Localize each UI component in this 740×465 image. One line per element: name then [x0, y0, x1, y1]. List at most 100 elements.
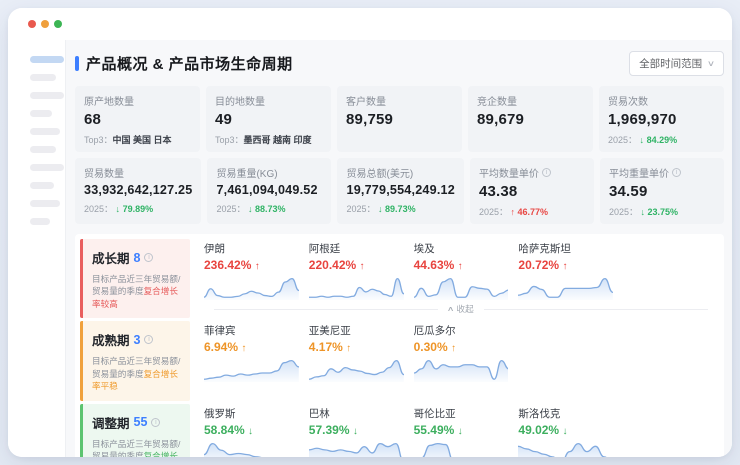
- country-growth-rate: 0.30% ↑: [414, 340, 509, 354]
- lifecycle-row-growth: 成长期 8 目标产品近三年贸易额/贸易量的季度复合增长率较高 伊朗 236.42…: [80, 239, 718, 318]
- stat-label: 平均重量单价: [609, 165, 715, 180]
- maximize-window-icon[interactable]: [54, 20, 62, 28]
- arrow-up-icon: ↑: [562, 261, 567, 272]
- country-card[interactable]: 亚美尼亚 4.17% ↑: [309, 323, 404, 382]
- stat-card-trade-weight: 贸易重量(KG) 7,461,094,049.52 2025： ↓ 88.73%: [207, 158, 331, 224]
- stat-label: 竞企数量: [477, 93, 584, 108]
- sidebar-item[interactable]: [30, 146, 56, 153]
- country-card[interactable]: 俄罗斯 58.84% ↓: [204, 406, 299, 457]
- stat-value: 7,461,094,049.52: [216, 183, 322, 197]
- country-name: 菲律宾: [204, 323, 299, 338]
- country-card[interactable]: 哈萨克斯坦 20.72% ↑: [518, 241, 613, 300]
- collapse-toggle[interactable]: ∧收起: [204, 303, 718, 315]
- close-window-icon[interactable]: [28, 20, 36, 28]
- sparkline-chart: [518, 274, 613, 300]
- stat-value: 34.59: [609, 183, 715, 200]
- arrow-down-icon: ↓: [116, 204, 121, 214]
- country-card[interactable]: 阿根廷 220.42% ↑: [309, 241, 404, 300]
- sparkline-chart: [204, 356, 299, 382]
- stat-label: 贸易数量: [84, 165, 192, 180]
- stat-label: 客户数量: [346, 93, 453, 108]
- stat-value: 33,932,642,127.25: [84, 183, 192, 197]
- stat-label: 平均数量单价: [479, 165, 585, 180]
- category-count: 8: [134, 251, 141, 265]
- stats-row-1: 原产地数量 68 Top3：中国 美国 日本 目的地数量 49 Top3：墨西哥…: [75, 86, 724, 152]
- country-name: 哥伦比亚: [414, 406, 509, 421]
- sidebar-item[interactable]: [30, 74, 56, 81]
- country-name: 阿根廷: [309, 241, 404, 256]
- country-card[interactable]: 菲律宾 6.94% ↑: [204, 323, 299, 382]
- arrow-down-icon: ↓: [458, 426, 463, 437]
- sparkline-chart: [204, 274, 299, 300]
- country-card[interactable]: 巴林 57.39% ↓: [309, 406, 404, 457]
- arrow-down-icon: ↓: [562, 426, 567, 437]
- arrow-up-icon: ↑: [241, 343, 246, 354]
- info-icon[interactable]: [144, 253, 153, 262]
- stat-top3: Top3：中国 美国 日本: [84, 133, 191, 146]
- sidebar-item[interactable]: [30, 56, 64, 63]
- app-window: 产品概况 & 产品市场生命周期 全部时间范围 ∨ 原产地数量 68 Top3：中…: [8, 8, 732, 457]
- country-growth-rate: 4.17% ↑: [309, 340, 404, 354]
- category-cell-growth[interactable]: 成长期 8 目标产品近三年贸易额/贸易量的季度复合增长率较高: [80, 239, 190, 318]
- country-card[interactable]: 埃及 44.63% ↑: [414, 241, 509, 300]
- stat-card-competitor-count: 竞企数量 89,679: [468, 86, 593, 152]
- sidebar-item[interactable]: [30, 110, 52, 117]
- time-range-dropdown[interactable]: 全部时间范围 ∨: [629, 51, 724, 76]
- sidebar-item[interactable]: [30, 182, 54, 189]
- stat-card-customer-count: 客户数量 89,759: [337, 86, 462, 152]
- sparkline-chart: [204, 439, 299, 457]
- country-card[interactable]: 伊朗 236.42% ↑: [204, 241, 299, 300]
- info-icon[interactable]: [151, 418, 160, 427]
- sidebar-item[interactable]: [30, 164, 64, 171]
- arrow-down-icon: ↓: [640, 135, 645, 145]
- stat-label: 贸易重量(KG): [216, 165, 322, 180]
- category-cell-mature[interactable]: 成熟期 3 目标产品近三年贸易额/贸易量的季度复合增长率平稳: [80, 321, 190, 400]
- arrow-up-icon: ↑: [451, 343, 456, 354]
- time-range-label: 全部时间范围: [639, 56, 702, 71]
- info-icon[interactable]: [672, 168, 681, 177]
- sidebar-item[interactable]: [30, 200, 60, 207]
- sparkline-chart: [309, 274, 404, 300]
- stat-card-trade-quantity: 贸易数量 33,932,642,127.25 2025： ↓ 79.89%: [75, 158, 201, 224]
- chevron-up-icon: ∧: [447, 305, 455, 313]
- country-name: 厄瓜多尔: [414, 323, 509, 338]
- category-cell-adjust[interactable]: 调整期 55 目标产品近三年贸易额/贸易量的季度复合增长率呈负: [80, 404, 190, 457]
- country-name: 巴林: [309, 406, 404, 421]
- arrow-down-icon: ↓: [641, 207, 646, 217]
- arrow-down-icon: ↓: [248, 204, 253, 214]
- info-icon[interactable]: [144, 335, 153, 344]
- category-description: 目标产品近三年贸易额/贸易量的季度复合增长率平稳: [92, 355, 182, 392]
- stat-card-avg-quantity-price: 平均数量单价 43.38 2025： ↑ 46.77%: [470, 158, 594, 224]
- left-nav-sidebar: [8, 40, 66, 457]
- stat-delta: 2025： ↓ 88.73%: [216, 202, 322, 215]
- stat-value: 19,779,554,249.12: [346, 183, 454, 197]
- country-growth-rate: 6.94% ↑: [204, 340, 299, 354]
- country-card[interactable]: 厄瓜多尔 0.30% ↑: [414, 323, 509, 382]
- sparkline-chart: [309, 356, 404, 382]
- stat-delta: 2025： ↑ 46.77%: [479, 205, 585, 218]
- arrow-down-icon: ↓: [378, 204, 383, 214]
- lifecycle-row-mature: 成熟期 3 目标产品近三年贸易额/贸易量的季度复合增长率平稳 菲律宾 6.94%…: [80, 321, 718, 400]
- sparkline-chart: [414, 356, 509, 382]
- category-description: 目标产品近三年贸易额/贸易量的季度复合增长率较高: [92, 273, 182, 310]
- chevron-down-icon: ∨: [707, 59, 715, 68]
- sparkline-chart: [309, 439, 404, 457]
- page-title: 产品概况 & 产品市场生命周期: [86, 53, 293, 74]
- country-growth-rate: 44.63% ↑: [414, 258, 509, 272]
- category-name: 成熟期: [92, 330, 130, 349]
- sidebar-item[interactable]: [30, 128, 60, 135]
- sidebar-item[interactable]: [30, 92, 64, 99]
- stat-card-origin-count: 原产地数量 68 Top3：中国 美国 日本: [75, 86, 200, 152]
- sidebar-item[interactable]: [30, 218, 50, 225]
- stat-card-destination-count: 目的地数量 49 Top3：墨西哥 越南 印度: [206, 86, 331, 152]
- info-icon[interactable]: [542, 168, 551, 177]
- country-card[interactable]: 斯洛伐克 49.02% ↓: [518, 406, 613, 457]
- country-card[interactable]: 哥伦比亚 55.49% ↓: [414, 406, 509, 457]
- stat-value: 1,969,970: [608, 111, 715, 128]
- stat-card-trade-count: 贸易次数 1,969,970 2025： ↓ 84.29%: [599, 86, 724, 152]
- window-titlebar: [8, 8, 732, 40]
- sparkline-chart: [414, 439, 509, 457]
- minimize-window-icon[interactable]: [41, 20, 49, 28]
- arrow-up-icon: ↑: [510, 207, 515, 217]
- stat-delta: 2025： ↓ 79.89%: [84, 202, 192, 215]
